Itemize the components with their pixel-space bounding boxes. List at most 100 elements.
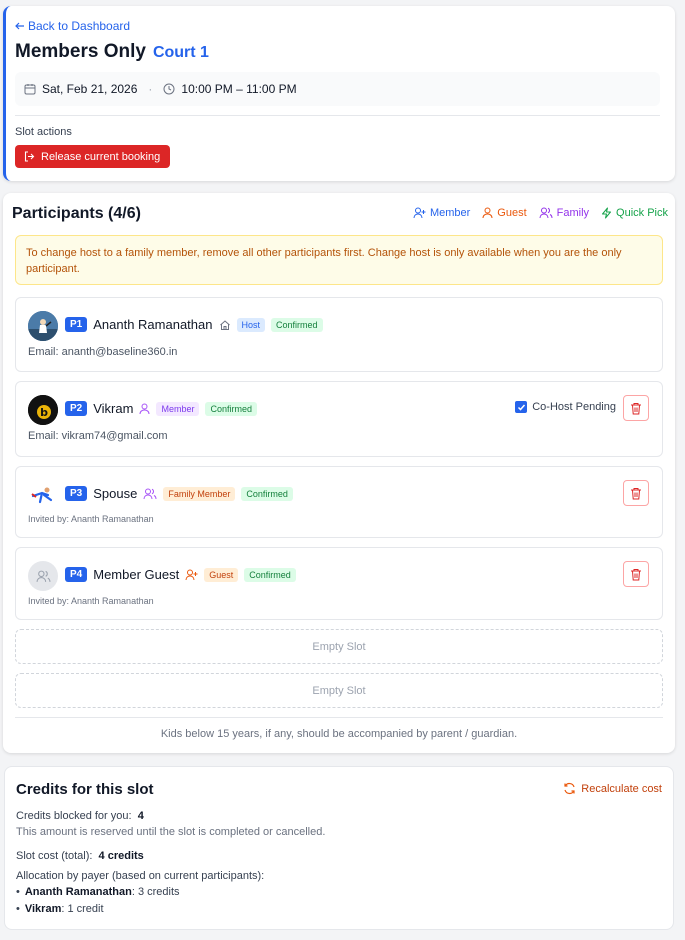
participants-title: Participants (4/6) [12,205,141,222]
divider [15,115,660,116]
back-link-label: Back to Dashboard [28,19,131,33]
payer-name: Vikram [24,903,62,915]
refresh-icon [563,782,576,795]
host-tag: Host [236,317,266,332]
guest-tag: Guest [204,567,239,582]
divider [15,717,663,718]
payer-name: Ananth Ramanathan [24,886,132,898]
payer-amount: : 3 credits [131,886,180,898]
release-booking-button[interactable]: Release current booking [15,145,171,168]
allocation-entry: Ananth Ramanathan: 3 credits [25,886,180,898]
add-member-label: Member [429,207,471,219]
users-icon [143,488,157,500]
date-time-box: Sat, Feb 21, 2026 · 10:00 PM – 11:00 PM [15,72,660,106]
credits-blocked-value: 4 [137,810,144,822]
cohost-checkbox[interactable]: Co-Host Pending [515,401,616,413]
page-title-row: Members Only Court 1 [15,41,209,63]
add-guest-label: Guest [497,207,527,219]
reserved-note: This amount is reserved until the slot i… [16,826,326,838]
release-booking-label: Release current booking [41,150,161,163]
users-icon [539,207,553,219]
family-member-tag: Family Member [163,486,236,501]
participant-card-p3: P3 Spouse Family Member Confirmed Invite… [15,466,663,538]
slot-actions-label: Slot actions [15,126,72,138]
avatar [28,480,58,510]
empty-slot-p6[interactable]: Empty Slot [15,673,663,708]
empty-slot-p5[interactable]: Empty Slot [15,629,663,664]
participant-main-row: P3 Spouse Family Member Confirmed [65,486,293,501]
back-to-dashboard-link[interactable]: Back to Dashboard [15,19,130,33]
recalculate-cost-button[interactable]: Recalculate cost [563,782,662,795]
slot-cost-label: Slot cost (total): [16,850,93,862]
add-participant-actions: Member Guest Family Quick Pick [413,207,668,219]
participant-name: Member Guest [93,567,180,582]
logout-icon [24,151,35,162]
add-member-button[interactable]: Member [413,207,470,219]
page-title: Members Only [15,41,146,62]
time-separator: · [148,82,153,96]
slot-cost-value: 4 credits [98,850,144,862]
slot-badge: P4 [65,567,88,582]
participant-email: Email: ananth@baseline360.in [28,346,178,358]
court-name: Court 1 [152,44,209,61]
bullet-dot: • [16,903,20,915]
invited-by: Invited by: Ananth Ramanathan [28,514,154,524]
trash-icon [630,402,642,415]
avatar [28,561,58,591]
participant-name: Spouse [93,486,138,501]
trash-icon [630,487,642,500]
credits-title: Credits for this slot [16,781,154,798]
bullet-dot: • [16,886,20,898]
add-guest-button[interactable]: Guest [482,207,527,219]
slot-badge: P3 [65,486,88,501]
remove-participant-button[interactable] [623,395,649,421]
users-icon [36,570,51,583]
participant-card-p4: P4 Member Guest Guest Confirmed Invited … [15,547,663,620]
zap-icon [601,207,612,219]
participant-name: Vikram [93,401,134,416]
status-badge: Confirmed [244,567,296,582]
allocation-entry: Vikram: 1 credit [25,903,104,915]
user-icon [139,403,150,415]
participant-name: Ananth Ramanathan [93,317,213,332]
check-icon [515,401,528,413]
status-badge: Confirmed [205,401,257,416]
remove-participant-button[interactable] [623,561,649,587]
list-item: • Ananth Ramanathan: 3 credits [16,886,180,898]
cohost-label: Co-Host Pending [532,401,616,413]
user-plus-icon [185,569,198,581]
add-family-label: Family [556,207,590,219]
slot-cost-row: Slot cost (total): 4 credits [16,850,144,862]
allocation-label: Allocation by payer (based on current pa… [16,870,265,882]
participant-main-row: P2 Vikram Member Confirmed [65,401,257,416]
user-icon [482,207,493,219]
quick-pick-label: Quick Pick [616,207,668,219]
add-family-button[interactable]: Family [539,207,589,219]
clock-icon [163,83,175,95]
participant-email: Email: vikram74@gmail.com [28,430,168,442]
quick-pick-button[interactable]: Quick Pick [601,207,668,219]
status-badge: Confirmed [241,486,293,501]
kids-note: Kids below 15 years, if any, should be a… [160,728,518,740]
remove-participant-button[interactable] [623,480,649,506]
booking-date: Sat, Feb 21, 2026 [42,82,138,96]
credits-blocked-label: Credits blocked for you: [16,810,132,822]
slot-badge: P2 [65,401,88,416]
participant-main-row: P1 Ananth Ramanathan Host Confirmed [65,317,323,332]
credits-blocked-row: Credits blocked for you: 4 [16,810,144,822]
recalculate-label: Recalculate cost [581,782,662,795]
booking-time: 10:00 PM – 11:00 PM [181,82,297,96]
status-badge: Confirmed [271,317,323,332]
participant-card-p2: b P2 Vikram Member Confirmed Co-Host Pen… [15,381,663,457]
invited-by: Invited by: Ananth Ramanathan [28,596,154,606]
slot-badge: P1 [65,317,88,332]
calendar-icon [24,83,36,95]
home-icon [219,319,231,331]
member-tag: Member [156,401,200,416]
payer-amount: : 1 credit [61,903,104,915]
arrow-left-icon [15,21,25,31]
trash-icon [630,568,642,581]
change-host-notice: To change host to a family member, remov… [15,235,663,285]
svg-text:b: b [40,406,48,419]
user-plus-icon [413,207,426,219]
